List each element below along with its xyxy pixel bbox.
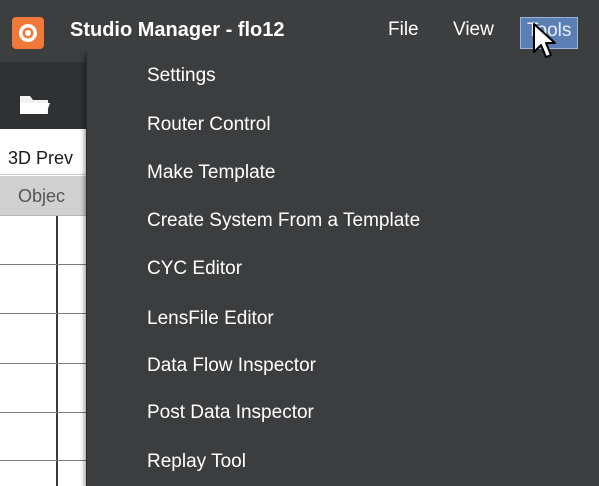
- table-row: [0, 264, 90, 265]
- menu-file[interactable]: File: [388, 19, 419, 41]
- menu-item-create-system-from-template[interactable]: Create System From a Template: [87, 197, 599, 245]
- menu-item-replay-tool[interactable]: Replay Tool: [87, 438, 599, 486]
- object-grid[interactable]: [0, 216, 90, 486]
- table-row: [0, 313, 90, 314]
- app-logo-icon: [12, 17, 44, 49]
- table-row: [0, 363, 90, 364]
- table-row: [0, 460, 90, 461]
- menu-item-data-flow-inspector[interactable]: Data Flow Inspector: [87, 342, 599, 390]
- tools-dropdown-menu: Settings Router Control Make Template Cr…: [86, 52, 599, 486]
- preview-tab-label: 3D Prev: [8, 148, 74, 168]
- menu-item-lensfile-editor[interactable]: LensFile Editor: [87, 295, 599, 343]
- app-title: Studio Manager - flo12: [70, 19, 285, 41]
- menu-item-post-data-inspector[interactable]: Post Data Inspector: [87, 389, 599, 437]
- grid-divider: [56, 216, 58, 486]
- column-header-label: Objec: [18, 186, 66, 206]
- menu-item-router-control[interactable]: Router Control: [87, 101, 599, 149]
- menu-item-make-template[interactable]: Make Template: [87, 149, 599, 197]
- menu-view[interactable]: View: [453, 19, 494, 41]
- menu-item-settings[interactable]: Settings: [87, 52, 599, 100]
- mouse-pointer-icon: [532, 22, 558, 62]
- menu-item-cyc-editor[interactable]: CYC Editor: [87, 245, 599, 293]
- table-row: [0, 412, 90, 413]
- folder-icon[interactable]: [18, 92, 52, 118]
